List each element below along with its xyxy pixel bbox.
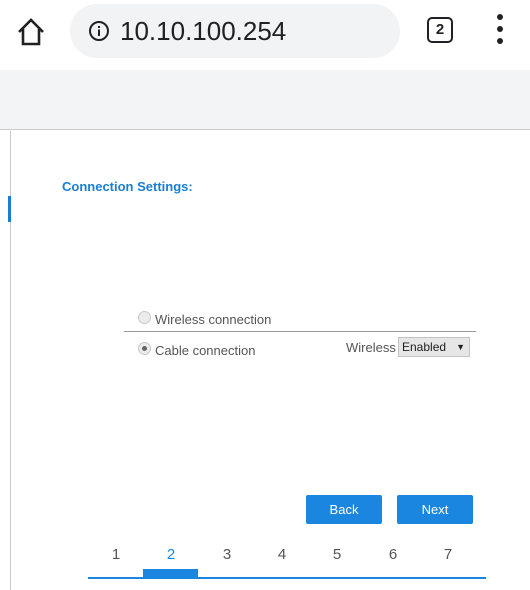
left-accent-marker bbox=[8, 196, 11, 222]
step-track bbox=[88, 577, 486, 579]
info-icon[interactable] bbox=[88, 20, 110, 42]
section-title: Connection Settings: bbox=[62, 179, 193, 194]
wireless-connection-label[interactable]: Wireless connection bbox=[155, 312, 271, 327]
step-6[interactable]: 6 bbox=[365, 546, 421, 563]
step-1[interactable]: 1 bbox=[88, 546, 144, 563]
tab-switcher-icon[interactable]: 2 bbox=[427, 17, 453, 43]
browser-toolbar: 10.10.100.254 2 bbox=[0, 0, 530, 70]
wireless-select-value: Enabled bbox=[402, 340, 447, 354]
back-button[interactable]: Back bbox=[306, 495, 382, 524]
wireless-label: Wireless bbox=[346, 340, 396, 355]
next-button[interactable]: Next bbox=[397, 495, 473, 524]
more-vert-icon[interactable] bbox=[490, 14, 510, 46]
dropdown-arrow-icon: ▼ bbox=[456, 342, 465, 352]
address-bar[interactable]: 10.10.100.254 bbox=[70, 4, 400, 58]
home-icon[interactable] bbox=[16, 17, 46, 47]
step-7[interactable]: 7 bbox=[420, 546, 476, 563]
wireless-select[interactable]: Enabled ▼ bbox=[398, 337, 470, 357]
cable-connection-label[interactable]: Cable connection bbox=[155, 343, 255, 358]
wireless-connection-radio[interactable] bbox=[138, 311, 151, 324]
step-3[interactable]: 3 bbox=[199, 546, 255, 563]
url-text[interactable]: 10.10.100.254 bbox=[120, 15, 286, 47]
page-header-band bbox=[0, 70, 530, 130]
options-divider bbox=[124, 331, 476, 332]
step-2[interactable]: 2 bbox=[143, 546, 199, 563]
current-step-marker bbox=[143, 569, 198, 577]
step-5[interactable]: 5 bbox=[309, 546, 365, 563]
cable-connection-radio[interactable] bbox=[138, 342, 151, 355]
step-4[interactable]: 4 bbox=[254, 546, 310, 563]
